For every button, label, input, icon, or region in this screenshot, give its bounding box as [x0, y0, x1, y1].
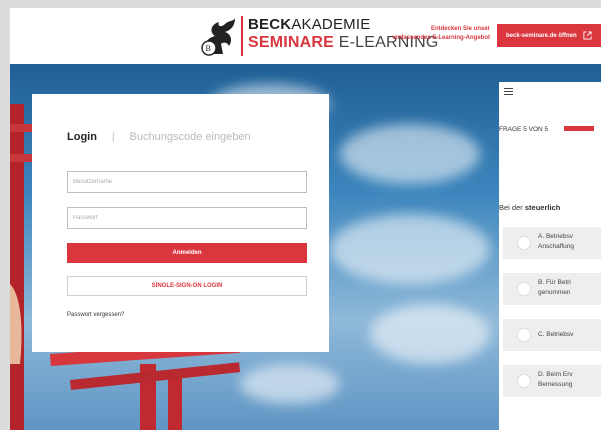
question-text: Bei der steuerlich: [499, 203, 560, 212]
login-card: Login | Buchungscode eingeben Anmelden S…: [32, 94, 329, 352]
open-beck-seminare-button[interactable]: beck-seminare.de öffnen: [497, 24, 601, 47]
quiz-progress-fill: [564, 126, 594, 131]
option-line: Anschaffung: [538, 243, 575, 250]
option-line: C. Betriebsv: [538, 331, 574, 338]
answer-option-b[interactable]: B. Für Betri genommen: [503, 273, 601, 305]
browser-viewport: B BECKAKADEMIE SEMINARE E-LEARNING Entde…: [10, 8, 601, 430]
radio-button[interactable]: [517, 374, 531, 388]
option-text: D. Beim Erv Bemessung: [538, 370, 600, 390]
external-link-icon: [583, 31, 592, 40]
logo-akademie: AKADEMIE: [291, 16, 371, 33]
question-prefix: Bei der: [499, 203, 525, 212]
quiz-progress-bar: [564, 126, 594, 131]
option-text: B. Für Betri genommen: [538, 278, 600, 298]
answer-option-c[interactable]: C. Betriebsv: [503, 319, 601, 351]
option-text: A. Betriebsv Anschaffung: [538, 232, 600, 252]
username-input[interactable]: [67, 171, 307, 193]
site-header: B BECKAKADEMIE SEMINARE E-LEARNING Entde…: [10, 8, 601, 64]
option-line: B. Für Betri: [538, 279, 571, 286]
answer-option-a[interactable]: A. Betriebsv Anschaffung: [503, 227, 601, 259]
login-button[interactable]: Anmelden: [67, 243, 307, 263]
svg-text:B: B: [206, 44, 211, 53]
answer-option-d[interactable]: D. Beim Erv Bemessung: [503, 365, 601, 397]
question-bold: steuerlich: [524, 203, 561, 212]
hero-background: Login | Buchungscode eingeben Anmelden S…: [10, 64, 601, 430]
sso-login-button[interactable]: SINGLE-SIGN-ON LOGIN: [67, 276, 307, 296]
radio-button[interactable]: [517, 282, 531, 296]
option-line: D. Beim Erv: [538, 371, 573, 378]
radio-button[interactable]: [517, 236, 531, 250]
option-line: genommen: [538, 289, 571, 296]
option-text: C. Betriebsv: [538, 330, 600, 340]
promo-text: Entdecken Sie unser umfassendes E-Learni…: [360, 25, 490, 43]
promo-button-label: beck-seminare.de öffnen: [506, 32, 577, 39]
promo-line-2: umfassendes E-Learning-Angebot: [392, 35, 490, 41]
logo-beck: BECK: [248, 16, 292, 33]
promo-line-1: Entdecken Sie unser: [430, 26, 490, 32]
logo-divider: [241, 16, 243, 56]
question-counter: FRAGE 5 VON 5: [499, 126, 549, 133]
tab-separator: |: [111, 131, 115, 143]
hamburger-icon[interactable]: [504, 88, 513, 97]
tab-booking-code[interactable]: Buchungscode eingeben: [130, 131, 251, 143]
option-line: Bemessung: [538, 381, 573, 388]
login-tabs: Login | Buchungscode eingeben: [67, 131, 251, 143]
quiz-preview-card: FRAGE 5 VON 5 Bei der steuerlich A. Betr…: [499, 82, 601, 430]
logo-seminare: SEMINARE: [248, 34, 335, 51]
forgot-password-link[interactable]: Passwort vergessen?: [67, 312, 124, 318]
password-input[interactable]: [67, 207, 307, 229]
tab-login[interactable]: Login: [67, 131, 97, 143]
griffin-logo-icon: B: [201, 18, 235, 56]
radio-button[interactable]: [517, 328, 531, 342]
option-line: A. Betriebsv: [538, 233, 574, 240]
